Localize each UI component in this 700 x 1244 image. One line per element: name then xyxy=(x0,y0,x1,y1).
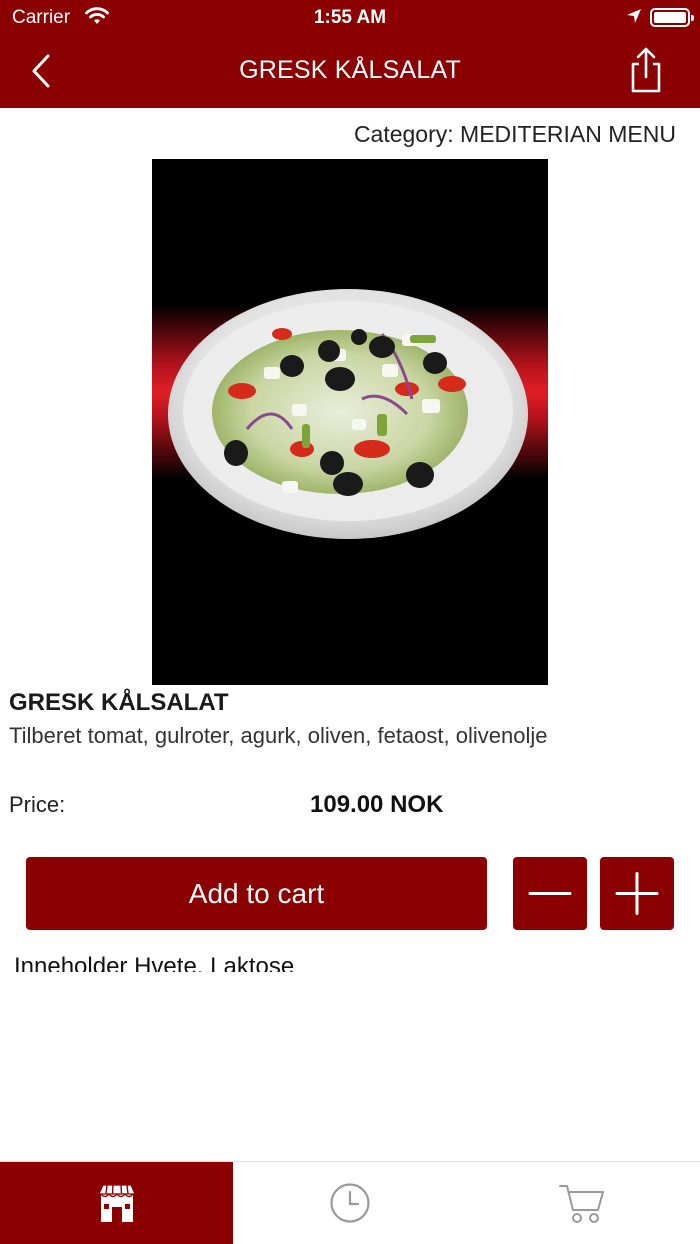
chevron-left-icon xyxy=(32,54,50,88)
product-description: Tilberet tomat, gulroter, agurk, oliven,… xyxy=(9,723,548,748)
increase-quantity-button[interactable] xyxy=(600,857,674,930)
clock-icon xyxy=(329,1183,370,1223)
minus-icon xyxy=(528,892,572,895)
price-label: Price: xyxy=(9,792,66,817)
product-category: Category: MEDITERIAN MENU xyxy=(353,121,676,147)
bottom-tab-bar xyxy=(0,1161,700,1244)
tab-store[interactable] xyxy=(0,1162,233,1244)
allergen-info: Inneholder Hvete, Laktose xyxy=(14,953,295,972)
add-to-cart-button[interactable]: Add to cart xyxy=(26,857,487,930)
status-bar: Carrier 1:55 AM xyxy=(0,0,700,36)
top-navigation-bar: Carrier 1:55 AM GRESK KÅLSALAT xyxy=(0,0,700,108)
decrease-quantity-button[interactable] xyxy=(513,857,587,930)
clock-time: 1:55 AM xyxy=(313,7,387,28)
battery-icon xyxy=(650,8,694,27)
share-icon xyxy=(631,47,661,93)
store-icon xyxy=(97,1184,136,1222)
location-arrow-icon xyxy=(625,7,643,31)
share-button[interactable] xyxy=(626,46,666,94)
product-name: GRESK KÅLSALAT xyxy=(9,689,229,716)
tab-history[interactable] xyxy=(233,1162,466,1244)
back-button[interactable] xyxy=(22,50,62,94)
product-image xyxy=(152,159,548,685)
price-value: 109.00 NOK xyxy=(310,791,444,818)
tab-cart[interactable] xyxy=(466,1162,699,1244)
plus-icon xyxy=(615,872,659,915)
page-title: GRESK KÅLSALAT xyxy=(239,56,461,84)
cart-icon xyxy=(558,1185,604,1223)
